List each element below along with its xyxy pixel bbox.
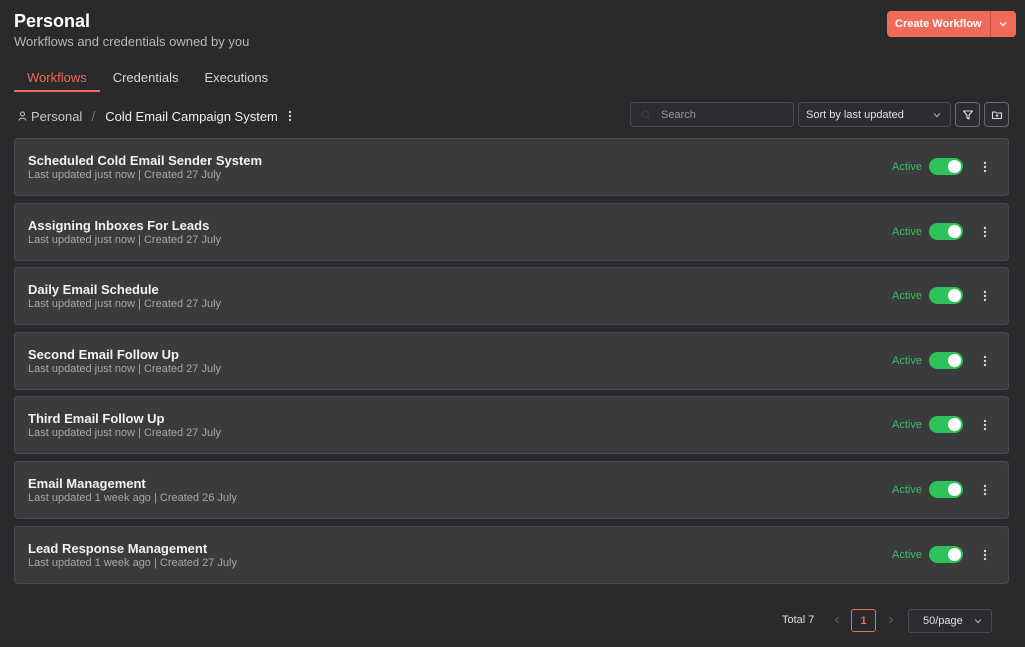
new-folder-button[interactable] (984, 102, 1009, 127)
page-size-value: 50/page (923, 615, 963, 627)
toggle-knob (948, 289, 961, 303)
search-box (630, 102, 794, 127)
filter-icon (962, 109, 973, 120)
workflow-meta: Last updated just now | Created 27 July (28, 233, 222, 246)
chevron-left-icon (834, 616, 839, 624)
workflow-status: Active (892, 548, 922, 561)
tab-executions[interactable]: Executions (191, 66, 281, 92)
workflow-card[interactable]: Third Email Follow Up Last updated just n… (14, 396, 1009, 455)
workflow-active-toggle[interactable] (929, 416, 963, 434)
toggle-knob (948, 160, 961, 173)
workflow-status: Active (892, 225, 922, 238)
pagination-prev-button[interactable] (830, 612, 844, 628)
breadcrumb-current: Cold Email Campaign System (105, 108, 278, 124)
page-title: Personal (14, 11, 91, 31)
toggle-knob (948, 547, 961, 561)
workflow-name: Email Management (28, 475, 146, 491)
workflow-meta: Last updated just now | Created 27 July (28, 169, 222, 181)
chevron-right-icon (889, 616, 894, 624)
tab-workflows[interactable]: Workflows (14, 66, 100, 92)
breadcrumb: Personal / Cold Email Campaign System (18, 107, 292, 125)
vertical-dots-icon (983, 484, 987, 496)
breadcrumb-home-label: Personal (31, 108, 83, 124)
workflow-more-button[interactable] (979, 223, 991, 241)
folder-plus-icon (991, 110, 1002, 119)
workflow-name: Daily Email Schedule (28, 282, 159, 298)
page-subtitle: Workflows and credentials owned by you (14, 34, 250, 49)
workflow-card[interactable]: Assigning Inboxes For Leads Last updated … (14, 202, 1009, 261)
workflow-name: Second Email Follow Up (28, 346, 179, 362)
workflow-status: Active (892, 483, 922, 496)
search-icon (641, 109, 651, 119)
workflow-more-button[interactable] (979, 416, 991, 434)
vertical-dots-icon (983, 355, 987, 366)
workflow-status: Active (892, 161, 922, 173)
create-workflow-dropdown-button[interactable] (989, 11, 1016, 37)
workflow-name: Assigning Inboxes For Leads (28, 217, 210, 233)
workflow-more-button[interactable] (979, 481, 991, 499)
toggle-knob (948, 224, 961, 238)
workflow-more-button[interactable] (979, 287, 991, 305)
tab-credentials[interactable]: Credentials (100, 66, 192, 92)
sort-select-value: Sort by last updated (806, 108, 904, 121)
workflow-meta: Last updated just now | Created 27 July (28, 427, 222, 440)
tab-bar: Workflows Credentials Executions (14, 66, 281, 92)
breadcrumb-home[interactable]: Personal (18, 109, 82, 124)
workflow-status: Active (892, 419, 922, 432)
chevron-down-icon (974, 619, 982, 624)
toggle-knob (948, 482, 961, 496)
vertical-dots-icon (983, 290, 987, 302)
workflow-name: Lead Response Management (28, 540, 208, 556)
workflow-name: Third Email Follow Up (28, 411, 165, 427)
chevron-down-icon (999, 22, 1007, 27)
workflow-status: Active (892, 290, 922, 303)
workflow-card[interactable]: Scheduled Cold Email Sender System Last u… (14, 138, 1009, 196)
workflow-card[interactable]: Lead Response Management Last updated 1 w… (14, 525, 1009, 584)
workflow-active-toggle[interactable] (929, 222, 963, 240)
vertical-dots-icon (288, 110, 292, 122)
workflow-card[interactable]: Daily Email Schedule Last updated just no… (14, 267, 1009, 326)
workflow-more-button[interactable] (979, 352, 991, 370)
workflow-meta: Last updated 1 week ago | Created 27 Jul… (28, 556, 237, 569)
vertical-dots-icon (983, 161, 987, 173)
workflow-more-button[interactable] (979, 546, 991, 564)
pagination-next-button[interactable] (884, 612, 898, 628)
toggle-knob (948, 353, 961, 367)
create-workflow-group: Create Workflow (887, 11, 1016, 37)
vertical-dots-icon (983, 549, 987, 560)
workflow-more-button[interactable] (979, 158, 991, 176)
vertical-dots-icon (983, 420, 987, 431)
page-size-select[interactable]: 50/page (908, 609, 992, 633)
workflow-active-toggle[interactable] (929, 158, 963, 175)
workflow-active-toggle[interactable] (929, 480, 963, 498)
workflow-active-toggle[interactable] (929, 351, 963, 369)
workflow-list: Scheduled Cold Email Sender System Last u… (14, 138, 1009, 590)
workflow-active-toggle[interactable] (929, 287, 963, 305)
workflow-active-toggle[interactable] (929, 545, 963, 563)
workflow-card[interactable]: Email Management Last updated 1 week ago … (14, 460, 1009, 519)
toggle-knob (948, 418, 961, 432)
chevron-down-icon (933, 112, 941, 117)
workflow-status: Active (892, 354, 922, 367)
breadcrumb-separator: / (91, 108, 96, 124)
pagination-page-1[interactable]: 1 (851, 609, 876, 632)
create-workflow-button[interactable]: Create Workflow (887, 11, 990, 37)
search-input[interactable] (661, 108, 781, 121)
user-icon (18, 111, 27, 121)
workflows-page: Personal Workflows and credentials owned… (0, 0, 1025, 647)
workflow-meta: Last updated 1 week ago | Created 26 Jul… (28, 491, 237, 504)
sort-select[interactable]: Sort by last updated (798, 102, 951, 127)
workflow-meta: Last updated just now | Created 27 July (28, 298, 222, 311)
workflow-name: Scheduled Cold Email Sender System (28, 153, 263, 168)
workflow-card[interactable]: Second Email Follow Up Last updated just … (14, 331, 1009, 390)
filter-button[interactable] (955, 102, 980, 127)
workflow-meta: Last updated just now | Created 27 July (28, 362, 222, 375)
pagination-total: Total 7 (782, 614, 815, 626)
page-header: Personal Workflows and credentials owned… (14, 10, 249, 51)
breadcrumb-more-button[interactable] (288, 110, 292, 122)
vertical-dots-icon (983, 226, 987, 237)
